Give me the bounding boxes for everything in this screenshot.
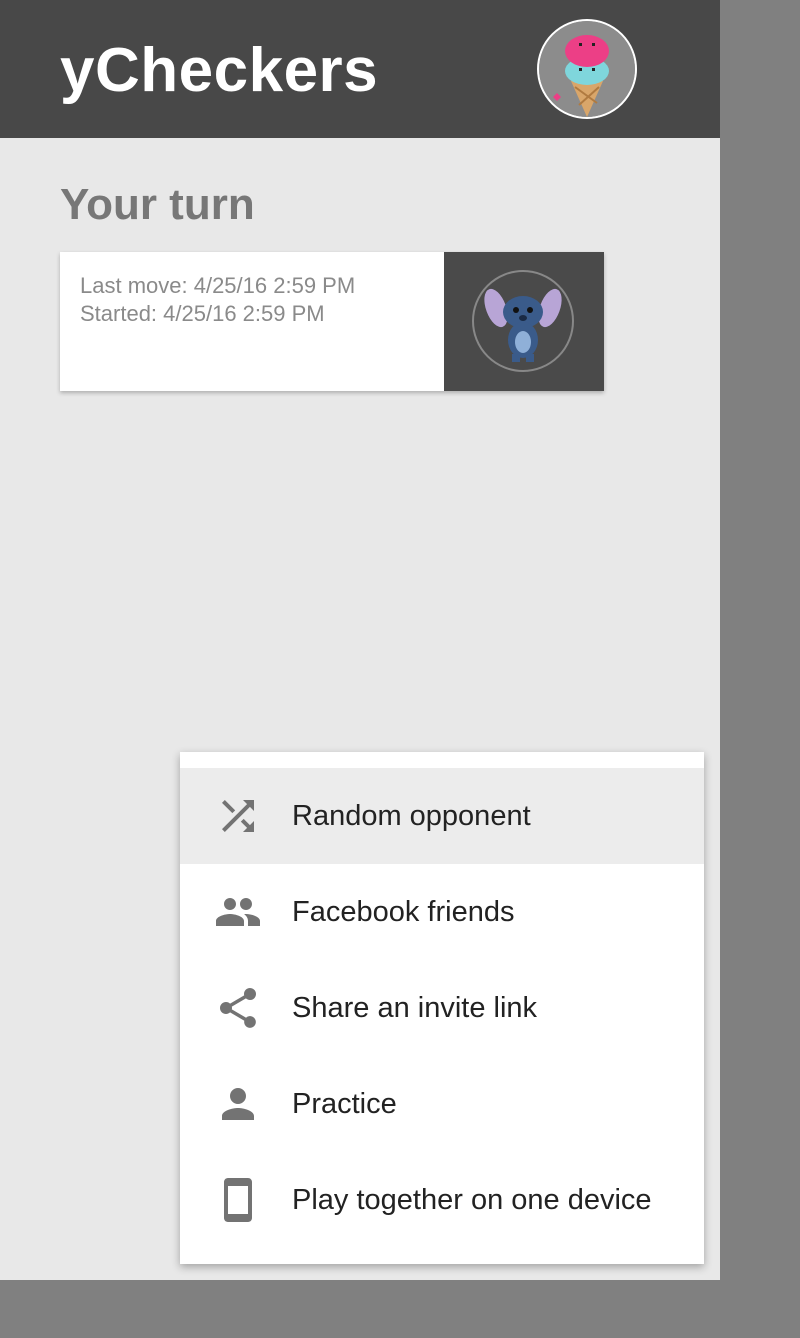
new-game-menu: Random opponent Facebook friends Share a… [180, 752, 704, 1264]
game-card[interactable]: Last move: 4/25/16 2:59 PM Started: 4/25… [60, 252, 604, 391]
group-icon [216, 898, 260, 926]
app-screen: yCheckers Your turn Last move: 4/25/16 2… [0, 0, 720, 1280]
started-text: Started: 4/25/16 2:59 PM [80, 301, 325, 326]
section-heading-your-turn: Your turn [60, 180, 255, 229]
ice-cream-avatar-icon [539, 21, 635, 117]
app-title: yCheckers [60, 36, 379, 105]
menu-item-play-one-device[interactable]: Play together on one device [180, 1152, 704, 1248]
opponent-panel [444, 252, 604, 391]
last-move-text: Last move: 4/25/16 2:59 PM [80, 273, 356, 298]
menu-label-play-one-device: Play together on one device [292, 1184, 652, 1216]
menu-item-random-opponent[interactable]: Random opponent [180, 768, 704, 864]
user-avatar[interactable] [537, 19, 637, 119]
top-bar: yCheckers [0, 0, 720, 138]
phone-icon [224, 1178, 252, 1222]
menu-item-share-invite-link[interactable]: Share an invite link [180, 960, 704, 1056]
game-card-details: Last move: 4/25/16 2:59 PM Started: 4/25… [80, 272, 355, 328]
stitch-avatar-icon [484, 288, 562, 362]
shuffle-icon [222, 800, 254, 832]
menu-item-facebook-friends[interactable]: Facebook friends [180, 864, 704, 960]
menu-label-facebook-friends: Facebook friends [292, 896, 515, 928]
menu-label-random-opponent: Random opponent [292, 800, 531, 832]
share-icon [220, 988, 256, 1028]
menu-label-practice: Practice [292, 1088, 397, 1120]
menu-label-share-invite-link: Share an invite link [292, 992, 538, 1024]
menu-item-practice[interactable]: Practice [180, 1056, 704, 1152]
opponent-avatar [472, 270, 574, 372]
person-icon [222, 1088, 254, 1120]
